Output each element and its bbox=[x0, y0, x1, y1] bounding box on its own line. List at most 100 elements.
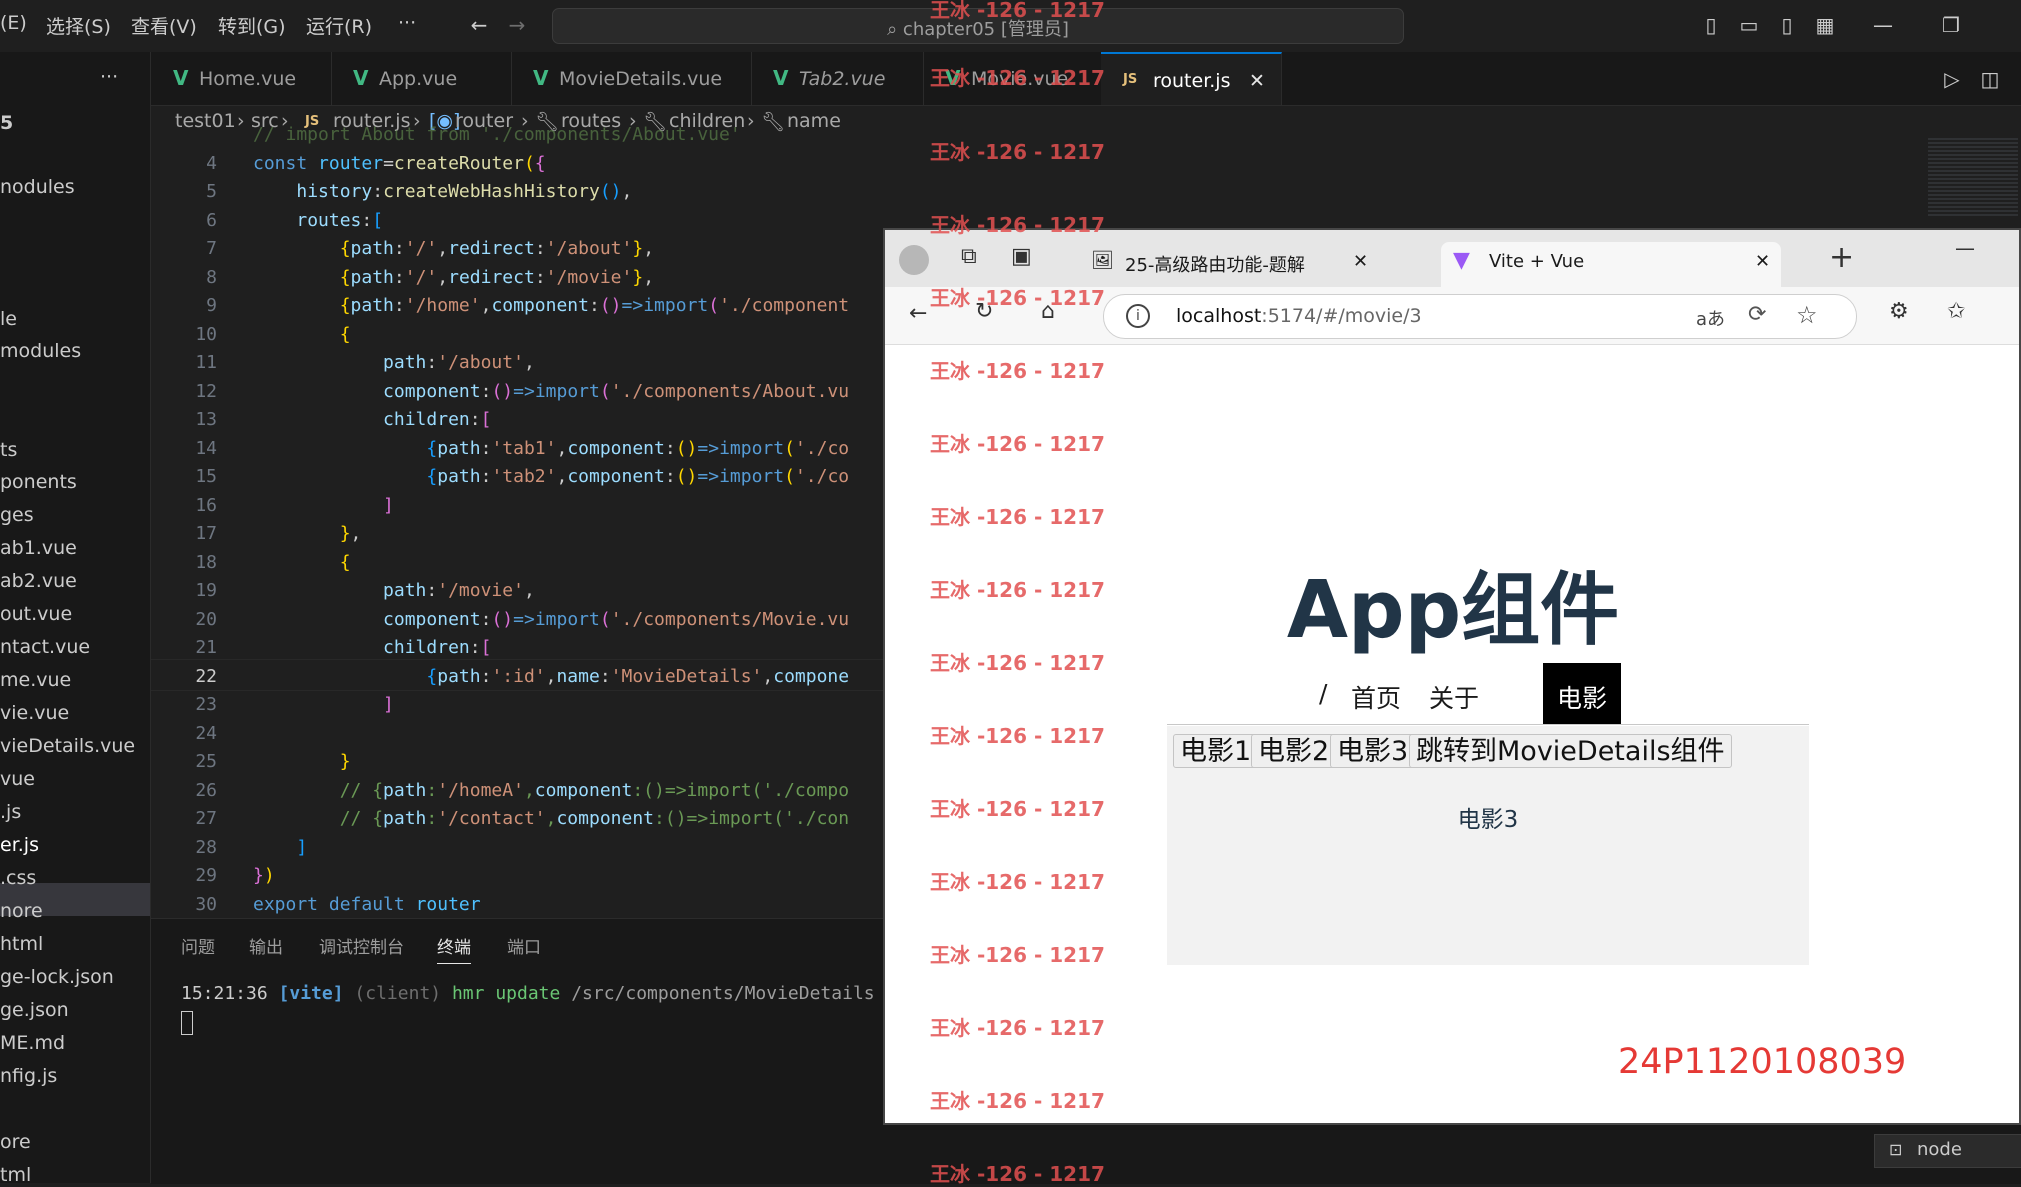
explorer-item[interactable]: ME.md bbox=[0, 1032, 65, 1054]
code-line: {path:'tab2',component:()=>import('./co bbox=[426, 466, 850, 487]
vite-logo-icon: ▼ bbox=[1453, 248, 1470, 273]
browser-tab-active[interactable]: ▼ Vite + Vue ✕ bbox=[1441, 242, 1781, 287]
menu-more[interactable]: ··· bbox=[398, 12, 416, 34]
explorer-item[interactable]: ab1.vue bbox=[0, 537, 77, 559]
line-number: 30 bbox=[195, 894, 217, 915]
extensions-icon[interactable]: ⚙ bbox=[1889, 299, 1909, 324]
menu-goto[interactable]: 转到(G) bbox=[218, 12, 286, 39]
window-minimize-icon[interactable]: — bbox=[1872, 14, 1894, 36]
minimap[interactable] bbox=[1928, 138, 2018, 218]
edge-copilot-icon[interactable]: ⟳ bbox=[1748, 302, 1766, 327]
panel-tab-ports[interactable]: 端口 bbox=[507, 933, 541, 958]
breadcrumb-item[interactable]: name bbox=[787, 110, 841, 132]
address-bar[interactable]: i localhost:5174/#/movie/3 aあ ⟳ ☆ bbox=[1103, 294, 1857, 339]
movie1-button[interactable]: 电影1 bbox=[1173, 734, 1259, 768]
tab-home-vue[interactable]: V Home.vue bbox=[151, 52, 332, 105]
toggle-sidebar-icon[interactable]: ▯ bbox=[1700, 14, 1722, 36]
explorer-item[interactable]: html bbox=[0, 933, 43, 955]
menu-view[interactable]: 查看(V) bbox=[131, 12, 197, 39]
explorer-item[interactable]: 5 bbox=[0, 112, 13, 134]
panel-tab-problems[interactable]: 问题 bbox=[181, 933, 215, 958]
panel-tab-output[interactable]: 输出 bbox=[249, 933, 283, 958]
line-number: 13 bbox=[195, 409, 217, 430]
log-message: hmr update bbox=[451, 983, 561, 1004]
explorer-item[interactable]: out.vue bbox=[0, 603, 72, 625]
explorer-item[interactable]: ab2.vue bbox=[0, 570, 77, 592]
code-line: const router=createRouter({ bbox=[253, 153, 546, 174]
explorer-item[interactable]: nodules bbox=[0, 176, 75, 198]
explorer-item[interactable]: ts bbox=[0, 439, 17, 461]
explorer-item[interactable]: vieDetails.vue bbox=[0, 735, 135, 757]
vertical-tabs-icon[interactable]: ▣ bbox=[1011, 244, 1032, 269]
watermark-text: 王冰 -126 - 1217 bbox=[930, 797, 1105, 821]
line-number: 24 bbox=[195, 723, 217, 744]
explorer-item[interactable]: le bbox=[0, 308, 17, 330]
line-number: 20 bbox=[195, 609, 217, 630]
back-arrow-icon[interactable]: ← bbox=[468, 14, 490, 36]
watermark-text: 王冰 -126 - 1217 bbox=[930, 359, 1105, 383]
movie2-button[interactable]: 电影2 bbox=[1251, 734, 1337, 768]
url-text[interactable]: localhost:5174/#/movie/3 bbox=[1176, 305, 1422, 327]
browser-tab-title: 25-高级路由功能-题解 bbox=[1125, 255, 1305, 276]
menu-selection[interactable]: 选择(S) bbox=[46, 12, 111, 39]
toggle-panel-icon[interactable]: ▭ bbox=[1738, 14, 1760, 36]
tab-moviedetails-vue[interactable]: V MovieDetails.vue bbox=[511, 52, 752, 105]
toggle-secondary-sidebar-icon[interactable]: ▯ bbox=[1776, 14, 1798, 36]
menu-edit[interactable]: (E) bbox=[0, 12, 27, 34]
favorite-star-icon[interactable]: ☆ bbox=[1796, 301, 1818, 329]
browser-minimize-icon[interactable]: — bbox=[1955, 236, 1975, 260]
tab-tab2-vue[interactable]: V Tab2.vue bbox=[751, 52, 924, 105]
tab-close-icon[interactable]: ✕ bbox=[1353, 251, 1368, 272]
menu-run[interactable]: 运行(R) bbox=[306, 12, 372, 39]
movie3-button[interactable]: 电影3 bbox=[1330, 734, 1416, 768]
forward-arrow-icon[interactable]: → bbox=[506, 14, 528, 36]
breadcrumb-item[interactable]: test01 bbox=[175, 110, 236, 132]
goto-moviedetails-button[interactable]: 跳转到MovieDetails组件 bbox=[1409, 734, 1732, 768]
code-line: path:'/movie', bbox=[383, 580, 535, 601]
explorer-item[interactable]: nfig.js bbox=[0, 1065, 57, 1087]
explorer-item[interactable]: .css bbox=[0, 867, 36, 889]
explorer-item[interactable]: ge-lock.json bbox=[0, 966, 114, 988]
site-info-icon[interactable]: i bbox=[1126, 304, 1150, 328]
nav-link-home[interactable]: 首页 bbox=[1351, 679, 1401, 715]
customize-layout-icon[interactable]: ▦ bbox=[1814, 14, 1836, 36]
explorer-item[interactable]: modules bbox=[0, 340, 81, 362]
explorer-item[interactable]: nore bbox=[0, 900, 43, 922]
read-aloud-icon[interactable]: aあ bbox=[1696, 305, 1725, 331]
browser-tab-inactive[interactable]: 🖼︎ 25-高级路由功能-题解 ✕ bbox=[1085, 242, 1375, 287]
tab-close-icon[interactable]: ✕ bbox=[1755, 251, 1770, 272]
tab-app-vue[interactable]: V App.vue bbox=[331, 52, 512, 105]
explorer-item[interactable]: vie.vue bbox=[0, 702, 69, 724]
code-line: ] bbox=[383, 694, 394, 715]
browser-tab-strip: ⧉ ▣ 🖼︎ 25-高级路由功能-题解 ✕ ▼ Vite + Vue ✕ + — bbox=[885, 230, 2019, 287]
explorer-item[interactable]: ore bbox=[0, 1131, 31, 1153]
window-restore-icon[interactable]: ❐ bbox=[1940, 14, 1962, 36]
explorer-item[interactable]: me.vue bbox=[0, 669, 71, 691]
back-arrow-icon[interactable]: ← bbox=[909, 301, 927, 326]
profile-avatar-icon[interactable] bbox=[899, 245, 929, 275]
split-editor-icon[interactable]: ◫ bbox=[1979, 68, 2001, 90]
tab-router-js[interactable]: JS router.js ✕ bbox=[1101, 52, 1282, 105]
explorer-more-icon[interactable]: ··· bbox=[100, 66, 118, 88]
line-number: 9 bbox=[206, 295, 217, 316]
run-icon[interactable]: ▷ bbox=[1941, 68, 1963, 90]
explorer-item[interactable]: vue bbox=[0, 768, 35, 790]
panel-tab-debug-console[interactable]: 调试控制台 bbox=[319, 933, 404, 958]
explorer-item[interactable]: ges bbox=[0, 504, 34, 526]
terminal-node-tab[interactable]: ⊡ node bbox=[1874, 1134, 2021, 1168]
nav-link-movie[interactable]: 电影 bbox=[1557, 679, 1607, 715]
line-number: 7 bbox=[206, 238, 217, 259]
nav-link-root[interactable]: / bbox=[1319, 679, 1327, 708]
explorer-item[interactable]: ge.json bbox=[0, 999, 69, 1021]
explorer-item[interactable]: .js bbox=[0, 801, 21, 823]
explorer-item[interactable]: ntact.vue bbox=[0, 636, 90, 658]
favorites-icon[interactable]: ✩ bbox=[1947, 299, 1965, 324]
explorer-item-active[interactable]: er.js bbox=[0, 834, 39, 856]
workspaces-icon[interactable]: ⧉ bbox=[961, 244, 977, 269]
panel-tab-terminal[interactable]: 终端 bbox=[437, 933, 471, 964]
tab-close-icon[interactable]: ✕ bbox=[1249, 70, 1265, 92]
line-number: 14 bbox=[195, 438, 217, 459]
nav-link-about[interactable]: 关于 bbox=[1429, 679, 1479, 715]
explorer-item[interactable]: ponents bbox=[0, 471, 77, 493]
new-tab-button[interactable]: + bbox=[1829, 240, 1854, 275]
